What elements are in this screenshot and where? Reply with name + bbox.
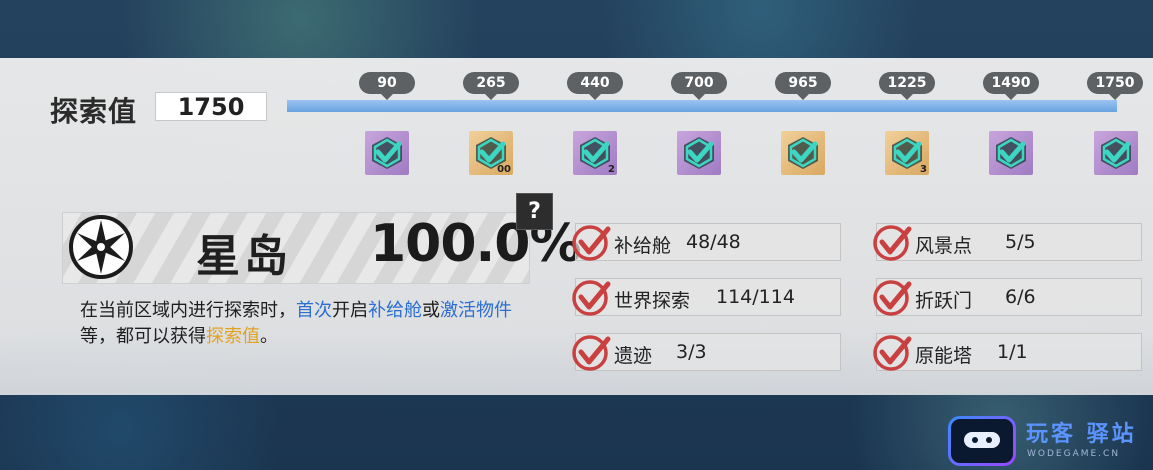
stat-name: 补给舱: [614, 235, 672, 257]
milestone-marker: 700: [671, 72, 727, 100]
compass-star-icon: [68, 214, 134, 284]
stat-value: 6/6: [1005, 286, 1036, 308]
help-button[interactable]: ?: [516, 193, 553, 230]
milestone-reward-item[interactable]: 00: [469, 131, 513, 175]
milestone-marker: 965: [775, 72, 831, 100]
watermark-subtitle: WODEGAME.CN: [1027, 449, 1121, 459]
completed-check-icon: [873, 335, 912, 371]
completed-check-icon: [572, 280, 611, 316]
claimed-check-icon: [684, 137, 714, 169]
milestone-marker: 1225: [879, 72, 935, 100]
stat-name: 风景点: [915, 235, 973, 257]
milestone-reward-item[interactable]: 2: [573, 131, 617, 175]
claimed-check-icon: [788, 137, 818, 169]
exploration-stat-row: 补给舱 48/48: [572, 223, 841, 261]
watermark-logo: [948, 416, 1016, 466]
desc-text: 在当前区域内进行探索时，: [80, 300, 296, 321]
exploration-stat-row: 折跃门 6/6: [873, 278, 1142, 316]
region-name: 星岛: [196, 231, 292, 282]
milestone-marker: 265: [463, 72, 519, 100]
milestone-marker: 1750: [1087, 72, 1143, 100]
stat-value: 5/5: [1005, 231, 1036, 253]
desc-highlight: 探索值: [206, 326, 260, 347]
completed-check-icon: [572, 225, 611, 261]
milestone-reward-item[interactable]: [677, 131, 721, 175]
milestone-reward-item[interactable]: [365, 131, 409, 175]
claimed-check-icon: [1101, 137, 1131, 169]
milestone-reward-item[interactable]: 3: [885, 131, 929, 175]
completed-check-icon: [572, 335, 611, 371]
reward-count: 3: [920, 164, 927, 175]
progress-fill: [287, 100, 1117, 112]
exploration-stat-row: 原能塔 1/1: [873, 333, 1142, 371]
stat-name: 折跃门: [915, 290, 973, 312]
claimed-check-icon: [372, 137, 402, 169]
stat-name: 原能塔: [915, 345, 973, 367]
exploration-value: 1750: [155, 92, 267, 121]
milestone-reward-item[interactable]: [989, 131, 1033, 175]
reward-count: 00: [497, 164, 511, 175]
watermark-title: 玩客 驿站: [1026, 422, 1137, 447]
milestone-reward-item[interactable]: [781, 131, 825, 175]
stat-value: 48/48: [686, 231, 741, 253]
exploration-stat-row: 世界探索 114/114: [572, 278, 841, 316]
stat-value: 114/114: [716, 286, 795, 308]
desc-text: 开启: [332, 300, 368, 321]
completed-check-icon: [873, 225, 912, 261]
stat-value: 1/1: [997, 341, 1028, 363]
claimed-check-icon: [996, 137, 1026, 169]
desc-highlight: 补给舱: [368, 300, 422, 321]
exploration-label: 探索值: [50, 95, 138, 128]
milestone-marker: 440: [567, 72, 623, 100]
stat-name: 遗迹: [614, 345, 653, 367]
stat-value: 3/3: [676, 341, 707, 363]
desc-highlight: 首次: [296, 300, 332, 321]
desc-text: 等，都可以获得: [80, 326, 206, 347]
desc-text: 或: [422, 300, 440, 321]
completed-check-icon: [873, 280, 912, 316]
exploration-progress-bar: [287, 100, 1117, 112]
stat-name: 世界探索: [614, 290, 691, 312]
desc-text: 。: [260, 326, 278, 347]
desc-highlight: 激活物件: [440, 300, 512, 321]
milestone-marker: 1490: [983, 72, 1039, 100]
exploration-description: 在当前区域内进行探索时，首次开启补给舱或激活物件等，都可以获得探索值。: [80, 298, 540, 350]
exploration-stat-row: 遗迹 3/3: [572, 333, 841, 371]
exploration-stat-row: 风景点 5/5: [873, 223, 1142, 261]
reward-count: 2: [608, 164, 615, 175]
milestone-reward-item[interactable]: [1094, 131, 1138, 175]
milestone-marker: 90: [359, 72, 415, 100]
